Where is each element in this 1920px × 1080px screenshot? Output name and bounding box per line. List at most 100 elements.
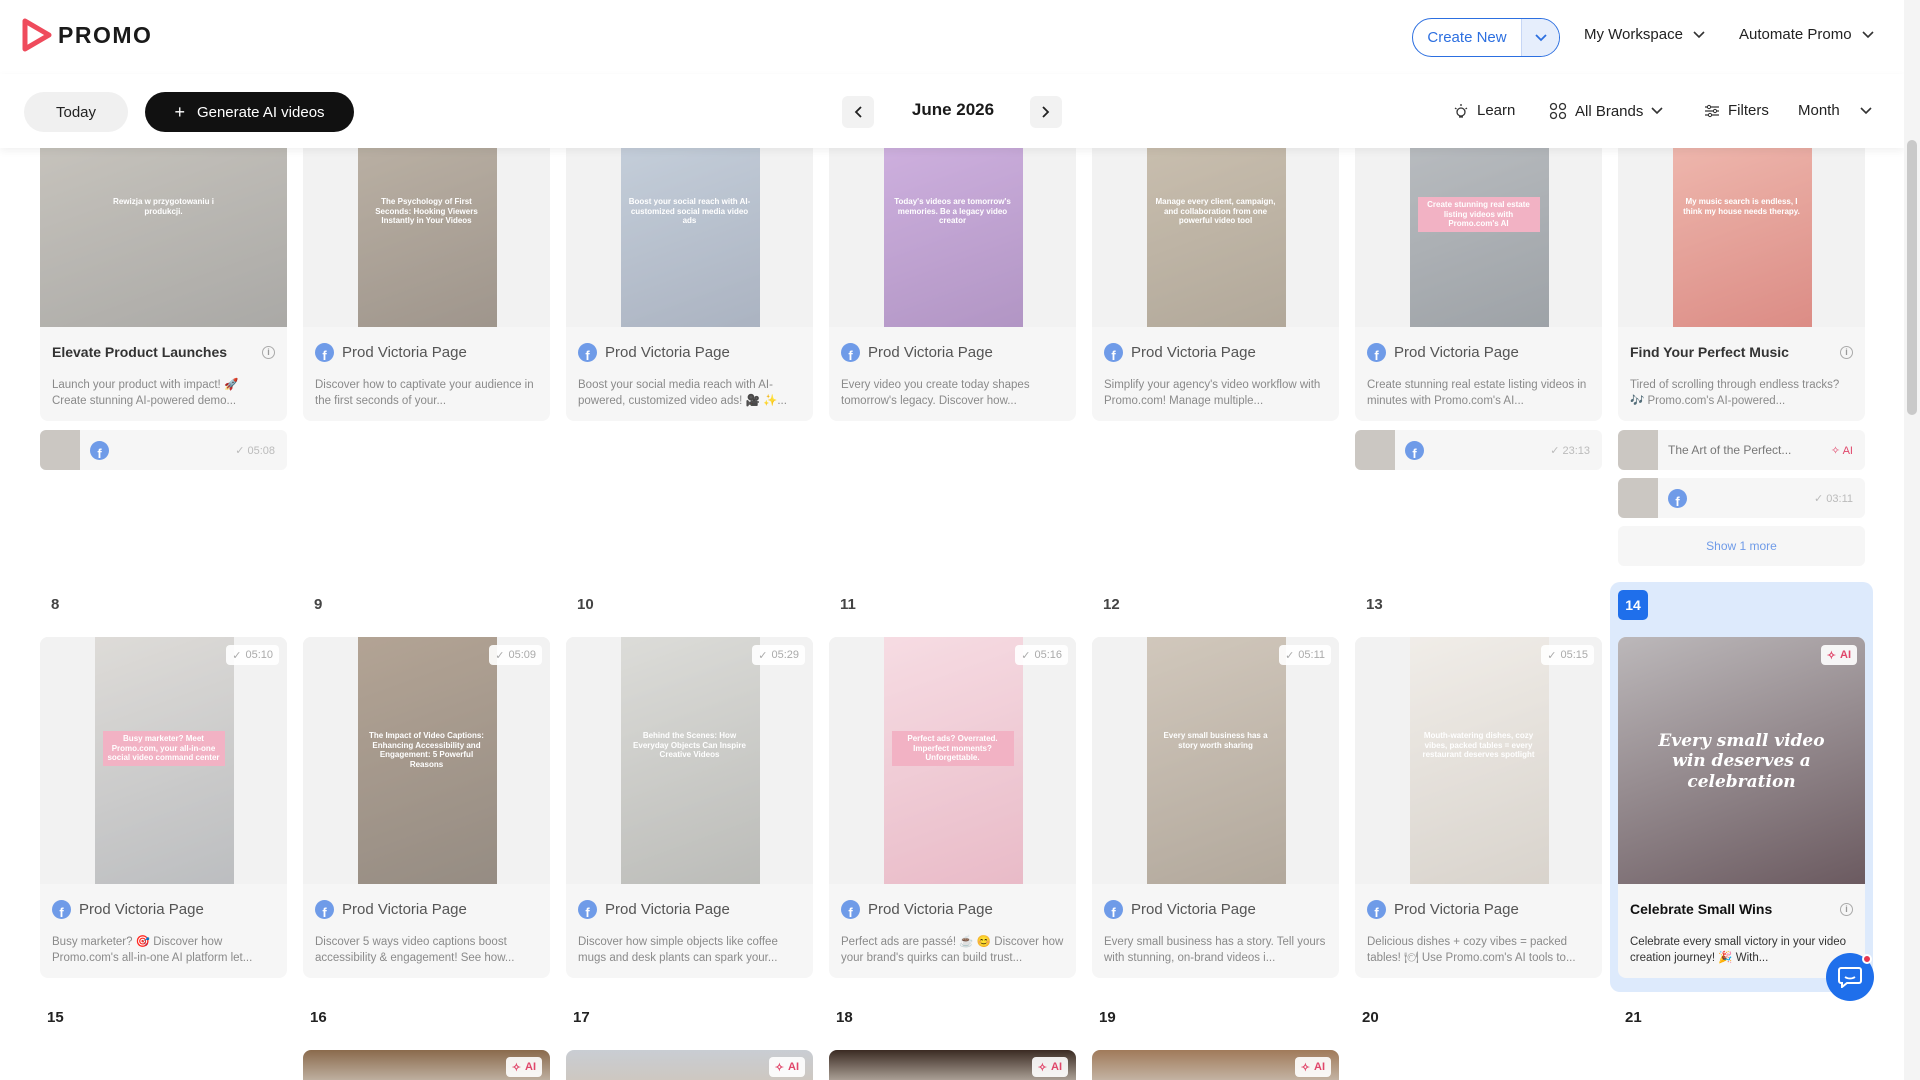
post-card[interactable]: ✧ AI xyxy=(829,1050,1076,1080)
sparkle-icon: ✧ xyxy=(774,1061,784,1074)
card-title: f Prod Victoria Page xyxy=(829,327,1076,377)
filters-button[interactable]: Filters xyxy=(1704,102,1769,119)
all-brands-dropdown[interactable]: All Brands xyxy=(1549,102,1663,120)
card-title: f Prod Victoria Page xyxy=(566,327,813,377)
mini-title: The Art of the Perfect... xyxy=(1668,443,1792,457)
card-title-text: Prod Victoria Page xyxy=(1394,900,1519,918)
post-card[interactable]: ✧ AI xyxy=(566,1050,813,1080)
create-new-button[interactable]: Create New xyxy=(1412,18,1560,57)
video-thumbnail[interactable]: Perfect ads? Overrated. Imperfect moment… xyxy=(829,637,1076,884)
post-card[interactable]: Perfect ads? Overrated. Imperfect moment… xyxy=(829,637,1076,978)
post-card[interactable]: ✧ AI xyxy=(1092,1050,1339,1080)
chevron-down-icon[interactable] xyxy=(1521,19,1559,56)
video-thumbnail[interactable]: Create stunning real estate listing vide… xyxy=(1355,118,1602,327)
card-description: Discover how simple objects like coffee … xyxy=(578,936,778,964)
post-card[interactable]: ✧ AI xyxy=(303,1050,550,1080)
next-month-button[interactable] xyxy=(1030,96,1062,128)
duration-text: 23:13 xyxy=(1562,444,1590,457)
view-mode-dropdown[interactable]: Month xyxy=(1798,102,1872,119)
video-thumbnail[interactable]: Today's videos are tomorrow's memories. … xyxy=(829,118,1076,327)
check-icon: ✓ xyxy=(235,444,248,457)
post-card[interactable]: Mouth-watering dishes, cozy vibes, packe… xyxy=(1355,637,1602,978)
video-thumbnail[interactable]: My music search is endless, I think my h… xyxy=(1618,118,1865,327)
date-number[interactable]: 10 xyxy=(577,596,594,613)
duration-badge: ✓ 05:29 xyxy=(752,645,805,665)
badge-text: 05:15 xyxy=(1560,649,1588,661)
post-card[interactable]: Today's videos are tomorrow's memories. … xyxy=(829,118,1076,421)
duration-text: 03:11 xyxy=(1826,492,1853,505)
card-title: Celebrate Small Wins i xyxy=(1618,884,1865,934)
past-overlay xyxy=(1355,637,1602,884)
date-number[interactable]: 8 xyxy=(51,596,59,613)
post-card[interactable]: Create stunning real estate listing vide… xyxy=(1355,118,1602,421)
post-card[interactable]: Manage every client, campaign, and colla… xyxy=(1092,118,1339,421)
filters-label: Filters xyxy=(1728,102,1769,119)
generate-ai-videos-button[interactable]: + Generate AI videos xyxy=(145,92,354,132)
info-icon[interactable]: i xyxy=(1840,345,1853,359)
post-card[interactable]: The Psychology of First Seconds: Hooking… xyxy=(303,118,550,421)
brand-logo[interactable]: PROMO xyxy=(22,18,152,52)
post-card[interactable]: Boost your social reach with AI-customiz… xyxy=(566,118,813,421)
date-number[interactable]: 9 xyxy=(314,596,322,613)
ai-label: AI xyxy=(1051,1061,1062,1073)
date-number[interactable]: 19 xyxy=(1099,1009,1116,1026)
video-thumbnail[interactable]: Every small business has a story worth s… xyxy=(1092,637,1339,884)
scheduled-post-row[interactable]: f ✓ 03:11 xyxy=(1618,478,1865,518)
scheduled-post-row[interactable]: f ✓ 23:13 xyxy=(1355,430,1602,470)
lightbulb-icon xyxy=(1454,103,1468,118)
video-thumbnail[interactable]: Rewizja w przygotowaniu i produkcji. xyxy=(40,118,287,327)
facebook-icon: f xyxy=(1104,899,1123,919)
facebook-icon: f xyxy=(1668,488,1687,508)
prev-month-button[interactable] xyxy=(842,96,874,128)
date-number[interactable]: 16 xyxy=(310,1009,327,1026)
date-number[interactable]: 20 xyxy=(1362,1009,1379,1026)
facebook-icon: f xyxy=(1367,342,1386,362)
video-thumbnail[interactable]: Behind the Scenes: How Everyday Objects … xyxy=(566,637,813,884)
chat-support-button[interactable] xyxy=(1826,953,1874,1001)
automate-dropdown[interactable]: Automate Promo xyxy=(1739,26,1874,43)
card-title: f Prod Victoria Page xyxy=(1092,327,1339,377)
post-card[interactable]: Busy marketer? Meet Promo.com, your all-… xyxy=(40,637,287,978)
learn-button[interactable]: Learn xyxy=(1453,102,1515,119)
page-scrollbar[interactable] xyxy=(1904,0,1920,1080)
post-card[interactable]: Every small video win deserves a celebra… xyxy=(1618,637,1865,978)
post-card[interactable]: The Impact of Video Captions: Enhancing … xyxy=(303,637,550,978)
duration-badge: ✓ 05:10 xyxy=(226,645,279,665)
today-date-number[interactable]: 14 xyxy=(1618,590,1648,620)
ai-label: AI xyxy=(1314,1061,1325,1073)
past-overlay xyxy=(566,637,813,884)
video-thumbnail[interactable]: Every small video win deserves a celebra… xyxy=(1618,637,1865,884)
scrollbar-thumb[interactable] xyxy=(1907,140,1917,415)
today-button[interactable]: Today xyxy=(24,92,128,132)
post-card[interactable]: My music search is endless, I think my h… xyxy=(1618,118,1865,421)
post-card[interactable]: Every small business has a story worth s… xyxy=(1092,637,1339,978)
past-overlay xyxy=(566,118,813,327)
date-number[interactable]: 17 xyxy=(573,1009,590,1026)
date-number[interactable]: 12 xyxy=(1103,596,1120,613)
post-card[interactable]: Rewizja w przygotowaniu i produkcji. Elev… xyxy=(40,118,287,421)
info-icon[interactable]: i xyxy=(262,345,275,359)
show-more-button[interactable]: Show 1 more xyxy=(1618,526,1865,566)
video-thumbnail[interactable]: The Psychology of First Seconds: Hooking… xyxy=(303,118,550,327)
past-overlay xyxy=(1092,118,1339,327)
video-thumbnail[interactable]: Boost your social reach with AI-customiz… xyxy=(566,118,813,327)
date-number[interactable]: 11 xyxy=(840,596,856,613)
scheduled-post-row[interactable]: f ✓ 05:08 xyxy=(40,430,287,470)
video-thumbnail[interactable]: Mouth-watering dishes, cozy vibes, packe… xyxy=(1355,637,1602,884)
mini-thumbnail xyxy=(1355,430,1395,470)
date-number[interactable]: 21 xyxy=(1625,1009,1642,1026)
card-title-text: Celebrate Small Wins xyxy=(1630,901,1773,917)
date-number[interactable]: 15 xyxy=(47,1009,64,1026)
post-card[interactable]: Behind the Scenes: How Everyday Objects … xyxy=(566,637,813,978)
workspace-dropdown[interactable]: My Workspace xyxy=(1584,26,1705,43)
scheduled-post-row[interactable]: The Art of the Perfect... ✧ AI xyxy=(1618,430,1865,470)
video-thumbnail[interactable]: Busy marketer? Meet Promo.com, your all-… xyxy=(40,637,287,884)
video-thumbnail[interactable]: Manage every client, campaign, and colla… xyxy=(1092,118,1339,327)
past-overlay xyxy=(1618,118,1865,327)
create-new-label[interactable]: Create New xyxy=(1413,19,1521,56)
video-thumbnail[interactable]: The Impact of Video Captions: Enhancing … xyxy=(303,637,550,884)
date-number[interactable]: 18 xyxy=(836,1009,853,1026)
date-number[interactable]: 13 xyxy=(1366,596,1383,613)
info-icon[interactable]: i xyxy=(1840,902,1853,916)
check-icon: ✓ xyxy=(232,649,242,662)
